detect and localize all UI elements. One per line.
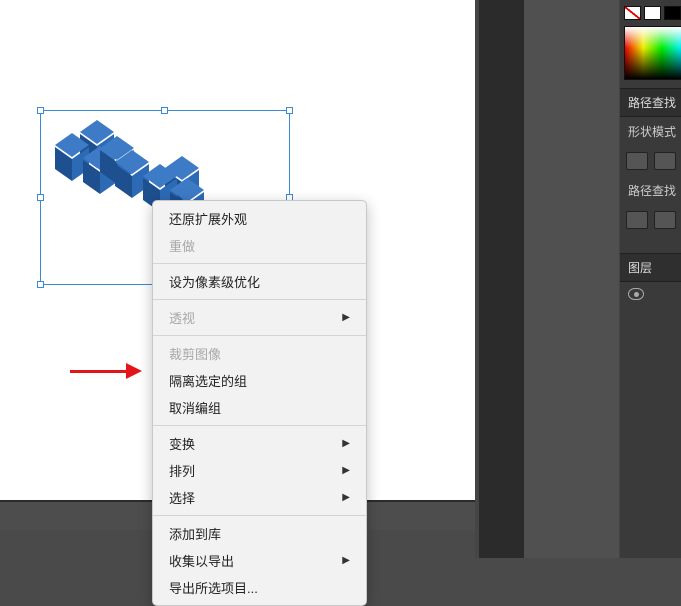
divide-icon[interactable] — [626, 211, 648, 229]
menu-collect-for-export[interactable]: 收集以导出 ▶ — [153, 547, 366, 574]
right-panels: 路径查找 形状模式 路径查找 图层 — [620, 0, 681, 558]
unite-icon[interactable] — [626, 152, 648, 170]
menu-crop-image: 裁剪图像 — [153, 340, 366, 367]
menu-redo: 重做 — [153, 232, 366, 259]
swatch-none[interactable] — [624, 6, 641, 20]
resize-handle-top-left[interactable] — [37, 107, 44, 114]
pathfinder-panel-tab[interactable]: 路径查找 — [620, 88, 681, 117]
menu-export-selection[interactable]: 导出所选项目... — [153, 574, 366, 601]
annotation-arrow — [70, 363, 150, 379]
menu-label: 添加到库 — [169, 524, 221, 543]
menu-undo-expand-appearance[interactable]: 还原扩展外观 — [153, 205, 366, 232]
dock-strip — [479, 0, 524, 558]
menu-label: 裁剪图像 — [169, 344, 221, 363]
menu-label: 隔离选定的组 — [169, 371, 247, 390]
menu-label: 透视 — [169, 308, 195, 327]
color-spectrum[interactable] — [624, 26, 681, 80]
menu-label: 收集以导出 — [169, 551, 234, 570]
menu-separator — [153, 515, 366, 516]
chevron-right-icon: ▶ — [342, 492, 350, 503]
menu-transform[interactable]: 变换 ▶ — [153, 430, 366, 457]
trim-icon[interactable] — [654, 211, 676, 229]
menu-separator — [153, 335, 366, 336]
context-menu: 还原扩展外观 重做 设为像素级优化 透视 ▶ 裁剪图像 隔离选定的组 取消编组 变… — [152, 200, 367, 606]
layers-panel-tab[interactable]: 图层 — [620, 253, 681, 282]
swatch-white[interactable] — [644, 6, 661, 20]
resize-handle-middle-left[interactable] — [37, 194, 44, 201]
menu-pixel-perfect[interactable]: 设为像素级优化 — [153, 268, 366, 295]
menu-label: 变换 — [169, 434, 195, 453]
minus-front-icon[interactable] — [654, 152, 676, 170]
visibility-eye-icon[interactable] — [628, 288, 644, 300]
chevron-right-icon: ▶ — [342, 312, 350, 323]
menu-label: 排列 — [169, 461, 195, 480]
menu-label: 选择 — [169, 488, 195, 507]
menu-select[interactable]: 选择 ▶ — [153, 484, 366, 511]
menu-arrange[interactable]: 排列 ▶ — [153, 457, 366, 484]
pathfinder-label: 路径查找 — [620, 176, 681, 205]
arrow-head-icon — [126, 363, 142, 379]
resize-handle-bottom-left[interactable] — [37, 281, 44, 288]
menu-ungroup[interactable]: 取消编组 — [153, 394, 366, 421]
shape-mode-buttons — [620, 146, 681, 176]
menu-label: 设为像素级优化 — [169, 272, 260, 291]
menu-isolate-group[interactable]: 隔离选定的组 — [153, 367, 366, 394]
menu-separator — [153, 299, 366, 300]
menu-label: 还原扩展外观 — [169, 209, 247, 228]
shape-mode-label: 形状模式 — [620, 117, 681, 146]
menu-label: 重做 — [169, 236, 195, 255]
menu-separator — [153, 263, 366, 264]
layer-row[interactable] — [620, 282, 681, 306]
resize-handle-top-center[interactable] — [161, 107, 168, 114]
swatch-black[interactable] — [664, 6, 681, 20]
menu-add-to-library[interactable]: 添加到库 — [153, 520, 366, 547]
menu-separator — [153, 425, 366, 426]
swatch-row — [620, 0, 681, 24]
menu-perspective: 透视 ▶ — [153, 304, 366, 331]
arrow-line — [70, 370, 130, 373]
resize-handle-top-right[interactable] — [286, 107, 293, 114]
chevron-right-icon: ▶ — [342, 465, 350, 476]
menu-label: 取消编组 — [169, 398, 221, 417]
pathfinder-buttons — [620, 205, 681, 235]
panel-gutter — [524, 0, 619, 558]
menu-label: 导出所选项目... — [169, 578, 258, 597]
chevron-right-icon: ▶ — [342, 555, 350, 566]
chevron-right-icon: ▶ — [342, 438, 350, 449]
